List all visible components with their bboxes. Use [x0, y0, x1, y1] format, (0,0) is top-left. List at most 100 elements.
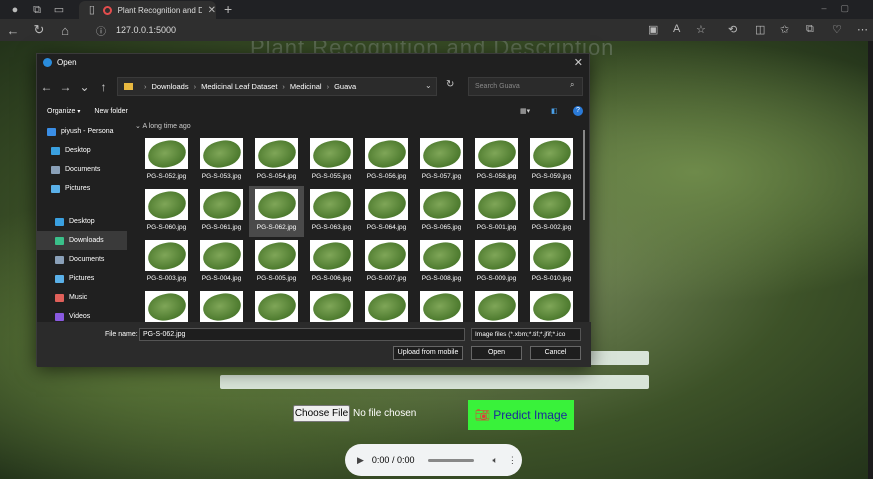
profile-icon[interactable]: ●	[8, 3, 22, 17]
file-item[interactable]: PG-S-060.jpg	[139, 186, 194, 237]
upload-from-mobile-button[interactable]: Upload from mobile	[393, 346, 463, 360]
collections-icon[interactable]: ⧉	[806, 23, 814, 36]
file-item[interactable]	[524, 288, 579, 322]
file-item[interactable]	[414, 288, 469, 322]
audio-progress-slider[interactable]	[428, 458, 475, 462]
sidebar-item[interactable]: piyush - Persona	[37, 122, 127, 141]
dialog-close-icon[interactable]: ✕	[574, 56, 583, 69]
file-item[interactable]: PG-S-052.jpg	[139, 135, 194, 186]
file-item[interactable]: PG-S-053.jpg	[194, 135, 249, 186]
file-item[interactable]: PG-S-056.jpg	[359, 135, 414, 186]
breadcrumb[interactable]: › Downloads › Medicinal Leaf Dataset › Med…	[117, 77, 437, 96]
camera-icon[interactable]: ▣	[648, 23, 658, 36]
file-item[interactable]: PG-S-064.jpg	[359, 186, 414, 237]
recent-locations-icon[interactable]: ⌄	[75, 80, 94, 94]
address-bar[interactable]: ⓘ 127.0.0.1:5000	[90, 21, 710, 39]
sidebar-item[interactable]: Downloads	[37, 231, 127, 250]
favorites-icon[interactable]: ✩	[780, 23, 789, 36]
file-item[interactable]: PG-S-054.jpg	[249, 135, 304, 186]
breadcrumb-item[interactable]: Medicinal	[290, 82, 322, 91]
group-header[interactable]: ⌄ A long time ago	[131, 122, 585, 135]
read-aloud-icon[interactable]: A	[673, 23, 680, 35]
file-name: PG-S-056.jpg	[366, 173, 407, 180]
organize-button[interactable]: Organize	[47, 108, 75, 115]
file-item[interactable]	[194, 288, 249, 322]
refresh-icon[interactable]: ↻	[446, 79, 454, 90]
refresh-icon[interactable]: ↻	[26, 22, 52, 38]
file-list-scrollbar[interactable]	[583, 130, 585, 220]
home-icon[interactable]: ⌂	[52, 23, 78, 38]
browser-tab[interactable]: ▯ Plant Recognition and Desc ✕	[79, 1, 216, 19]
file-item[interactable]: PG-S-006.jpg	[304, 237, 359, 288]
file-item[interactable]	[304, 288, 359, 322]
predict-image-button[interactable]: 📷︎ Predict Image	[468, 400, 574, 430]
choose-file-button[interactable]: Choose File	[293, 405, 350, 422]
search-input[interactable]: Search Guava	[468, 77, 583, 96]
split-screen-icon[interactable]: ◫	[755, 23, 765, 36]
search-icon[interactable]: ⌕	[570, 80, 574, 90]
new-folder-button[interactable]: New folder	[94, 108, 127, 115]
chevron-down-icon[interactable]: ⌄	[425, 81, 432, 90]
file-item[interactable]	[249, 288, 304, 322]
play-icon[interactable]: ▶	[357, 455, 364, 466]
file-item[interactable]: PG-S-009.jpg	[469, 237, 524, 288]
file-item[interactable]: PG-S-002.jpg	[524, 186, 579, 237]
file-item[interactable]: PG-S-055.jpg	[304, 135, 359, 186]
close-tab-icon[interactable]: ✕	[208, 5, 216, 16]
file-item[interactable]: PG-S-003.jpg	[139, 237, 194, 288]
preview-pane-icon[interactable]: ◧	[551, 107, 558, 115]
volume-icon[interactable]: 🔈︎	[492, 455, 497, 466]
file-item[interactable]: PG-S-005.jpg	[249, 237, 304, 288]
more-menu-icon[interactable]: ⋯	[857, 23, 868, 36]
chevron-down-icon[interactable]: ▾	[77, 108, 80, 115]
file-item[interactable]: PG-S-062.jpg	[249, 186, 304, 237]
workspaces-icon[interactable]: ⧉	[30, 3, 44, 17]
view-options-icon[interactable]: ▦▾	[520, 107, 530, 115]
sidebar-item[interactable]: Documents	[37, 160, 127, 179]
file-item[interactable]: PG-S-008.jpg	[414, 237, 469, 288]
file-item[interactable]: PG-S-058.jpg	[469, 135, 524, 186]
sidebar-item[interactable]: Pictures	[37, 179, 127, 198]
breadcrumb-item[interactable]: Guava	[334, 82, 356, 91]
breadcrumb-item[interactable]: Downloads	[152, 82, 189, 91]
audio-player[interactable]: ▶ 0:00 / 0:00 🔈︎ ⋮	[345, 444, 522, 476]
file-item[interactable]: PG-S-063.jpg	[304, 186, 359, 237]
sidebar-item[interactable]: Desktop	[37, 141, 127, 160]
breadcrumb-item[interactable]: Medicinal Leaf Dataset	[201, 82, 277, 91]
window-controls[interactable]: –▢	[821, 3, 863, 14]
dialog-back-icon[interactable]: ←	[37, 80, 56, 94]
page-scrollbar[interactable]	[868, 41, 873, 479]
sidebar-item[interactable]: Videos	[37, 307, 127, 322]
favorite-star-icon[interactable]: ☆	[696, 23, 706, 36]
file-item[interactable]	[139, 288, 194, 322]
file-item[interactable]	[359, 288, 414, 322]
file-item[interactable]: PG-S-057.jpg	[414, 135, 469, 186]
file-item[interactable]: PG-S-061.jpg	[194, 186, 249, 237]
copilot-icon[interactable]: ♡	[832, 23, 842, 36]
file-item[interactable]: PG-S-001.jpg	[469, 186, 524, 237]
new-tab-icon[interactable]: +	[224, 1, 232, 17]
sidebar-item[interactable]: Documents	[37, 250, 127, 269]
file-name-field[interactable]: PG-S-062.jpg	[139, 328, 465, 341]
sidebar-item[interactable]: Music	[37, 288, 127, 307]
up-folder-icon[interactable]: ↑	[94, 80, 113, 94]
help-icon[interactable]: ?	[573, 106, 583, 116]
audio-menu-icon[interactable]: ⋮	[508, 455, 517, 466]
file-item[interactable]: PG-S-004.jpg	[194, 237, 249, 288]
file-item[interactable]: PG-S-010.jpg	[524, 237, 579, 288]
dialog-forward-icon[interactable]: →	[56, 80, 75, 94]
file-item[interactable]: PG-S-065.jpg	[414, 186, 469, 237]
file-type-select[interactable]: Image files (*.xbm;*.tif;*.jfif;*.ico	[471, 328, 581, 341]
sidebar-item[interactable]: Desktop	[37, 212, 127, 231]
url-text[interactable]: 127.0.0.1:5000	[116, 25, 176, 35]
tab-actions-icon[interactable]: ▭	[52, 3, 66, 17]
open-button[interactable]: Open	[471, 346, 522, 360]
cancel-button[interactable]: Cancel	[530, 346, 581, 360]
file-item[interactable]: PG-S-007.jpg	[359, 237, 414, 288]
file-item[interactable]	[469, 288, 524, 322]
back-icon[interactable]: ←	[0, 23, 26, 38]
file-item[interactable]: PG-S-059.jpg	[524, 135, 579, 186]
sidebar-item[interactable]: Pictures	[37, 269, 127, 288]
extension-icon[interactable]: ⟲	[728, 23, 737, 36]
info-icon[interactable]: ⓘ	[96, 23, 106, 38]
